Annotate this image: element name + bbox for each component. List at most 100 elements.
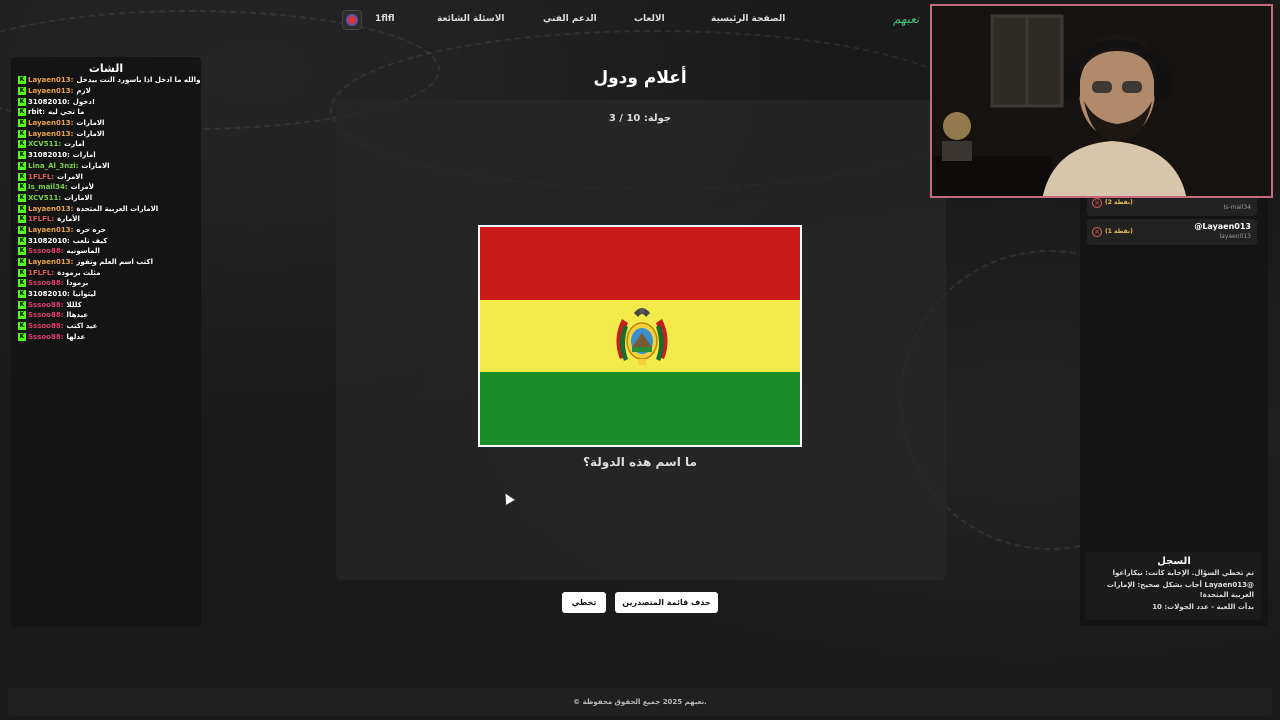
chat-username[interactable]: Sssoo88: <box>28 333 64 341</box>
chat-username[interactable]: 31082010: <box>28 290 70 298</box>
kick-badge-icon: K <box>18 193 26 202</box>
chat-username[interactable]: Sssoo88: <box>28 279 64 287</box>
brand-logo[interactable]: نعبهم <box>893 12 919 26</box>
chat-username[interactable]: Layaen013: <box>28 87 73 95</box>
chat-text: مثلث برمودة <box>57 268 101 277</box>
chat-panel: الشات K Layaen013: والله ما ادخل اذا باسور… <box>11 57 201 627</box>
chat-text: كلللا <box>66 300 82 309</box>
leaderboard-row: × (1 نقطة) @Layaen013 layaen013 <box>1087 219 1257 245</box>
kick-badge-icon: K <box>18 311 26 320</box>
chat-text: حره حره <box>76 225 106 234</box>
chat-text: برمودا <box>66 279 89 288</box>
skip-button[interactable]: تخطي <box>562 592 606 613</box>
kick-badge-icon: K <box>18 290 26 299</box>
chat-text: كيف نلعب <box>72 236 108 245</box>
chat-username[interactable]: Sssoo88: <box>28 322 64 330</box>
avatar[interactable] <box>342 10 362 30</box>
chat-text: لازم <box>76 87 91 96</box>
chat-message: K 1FLFL: مثلث برمودة <box>11 267 201 278</box>
clear-leaderboard-button[interactable]: حذف قائمة المتصدرين <box>615 592 718 613</box>
chat-message: K Sssoo88: عيدهاا <box>11 310 201 321</box>
chat-message: K Layaen013: حره حره <box>11 225 201 236</box>
kick-badge-icon: K <box>18 97 26 106</box>
flag-stripe-red <box>480 227 800 300</box>
chat-text: عيد اكتب <box>66 322 98 331</box>
leaderboard-name: @Layaen013 <box>1194 222 1251 231</box>
chat-message: K Sssoo88: كلللا <box>11 299 201 310</box>
chat-username[interactable]: Is_mail34: <box>28 183 68 191</box>
chat-message: K 31082010: امارات <box>11 150 201 161</box>
coat-of-arms-icon <box>616 308 668 365</box>
chat-text: الامرات <box>57 172 83 181</box>
avatar-image <box>346 14 358 26</box>
chat-message: K Sssoo88: عدلها <box>11 332 201 343</box>
log-entry: تم تخطي السؤال. الإجابة كانت: نيكاراغوا <box>1112 569 1254 577</box>
nav-support[interactable]: الدعم الفني <box>543 14 597 24</box>
chat-username[interactable]: 31082010: <box>28 98 70 106</box>
chat-text: الامارات <box>76 129 105 138</box>
flag-stripe-green <box>480 372 800 445</box>
log-title: السجل <box>1157 556 1191 567</box>
remove-icon[interactable]: × <box>1092 198 1102 208</box>
kick-badge-icon: K <box>18 183 26 192</box>
chat-message: K Sssoo88: برمودا <box>11 278 201 289</box>
chat-username[interactable]: Lina_Al_3nzi: <box>28 162 79 170</box>
nav-home[interactable]: الصفحة الرئيسية <box>711 14 785 24</box>
chat-username[interactable]: Layaen013: <box>28 258 73 266</box>
chat-username[interactable]: Layaen013: <box>28 205 73 213</box>
remove-icon[interactable]: × <box>1092 227 1102 237</box>
kick-badge-icon: K <box>18 225 26 234</box>
chat-message: K 31082010: ليتوانيا <box>11 289 201 300</box>
chat-text: الماسونيه <box>66 247 100 256</box>
kick-badge-icon: K <box>18 258 26 267</box>
chat-text: امارات <box>72 151 96 160</box>
log-entry: @Layaen013 أجاب بشكل صحيح: الإمارات العر… <box>1106 581 1254 599</box>
chat-username[interactable]: Layaen013: <box>28 226 73 234</box>
top-navigation: 1flfl الاسئلة الشائعة الدعم الفني الالعا… <box>0 0 930 40</box>
kick-badge-icon: K <box>18 161 26 170</box>
nav-faq[interactable]: الاسئلة الشائعة <box>437 14 505 24</box>
chat-text: امارت <box>64 140 85 149</box>
chat-username[interactable]: XCV511: <box>28 140 61 148</box>
kick-badge-icon: K <box>18 300 26 309</box>
kick-badge-icon: K <box>18 87 26 96</box>
chat-text: دخول! <box>72 97 96 106</box>
nav-games[interactable]: الالعاب <box>634 14 665 24</box>
chat-username[interactable]: Sssoo88: <box>28 311 64 319</box>
kick-badge-icon: K <box>18 151 26 160</box>
kick-badge-icon: K <box>18 236 26 245</box>
kick-badge-icon: K <box>18 268 26 277</box>
chat-message: K XCV511: الامارات <box>11 193 201 204</box>
kick-badge-icon: K <box>18 204 26 213</box>
chat-username[interactable]: 1FLFL: <box>28 173 54 181</box>
chat-username[interactable]: Sssoo88: <box>28 247 64 255</box>
chat-message: K 31082010: دخول! <box>11 96 201 107</box>
chat-message: K XCV511: امارت <box>11 139 201 150</box>
kick-badge-icon: K <box>18 129 26 138</box>
chat-text: اكتب اسم العلم وتفوز <box>76 258 153 267</box>
kick-badge-icon: K <box>18 172 26 181</box>
chat-text: الامارات <box>64 193 93 202</box>
chat-username[interactable]: Sssoo88: <box>28 301 64 309</box>
chat-username[interactable]: XCV511: <box>28 194 61 202</box>
chat-message: K Is_mail34: لأمرات <box>11 182 201 193</box>
chat-username[interactable]: 1FLFL: <box>28 215 54 223</box>
chat-text: الامارات <box>81 161 110 170</box>
chat-message: K Layaen013: اكتب اسم العلم وتفوز <box>11 257 201 268</box>
nav-username[interactable]: 1flfl <box>375 14 395 24</box>
chat-message: K 31082010: كيف نلعب <box>11 235 201 246</box>
leaderboard-points: (1 نقطة) <box>1105 228 1133 235</box>
chat-username[interactable]: 31082010: <box>28 237 70 245</box>
chat-message: K 1FLFL: الامرات <box>11 171 201 182</box>
chat-message: K Sssoo88: الماسونيه <box>11 246 201 257</box>
chat-message: K 1FLFL: الأمارة <box>11 214 201 225</box>
chat-message: K Sssoo88: عيد اكتب <box>11 321 201 332</box>
webcam-feed-image <box>932 6 1271 196</box>
kick-badge-icon: K <box>18 322 26 331</box>
chat-username[interactable]: 1FLFL: <box>28 269 54 277</box>
chat-text: عيدهاا <box>66 311 89 320</box>
chat-username[interactable]: 31082010: <box>28 151 70 159</box>
leaderboard-handle: layaen013 <box>1219 233 1251 240</box>
chat-username[interactable]: Layaen013: <box>28 130 73 138</box>
webcam-overlay <box>930 4 1273 198</box>
